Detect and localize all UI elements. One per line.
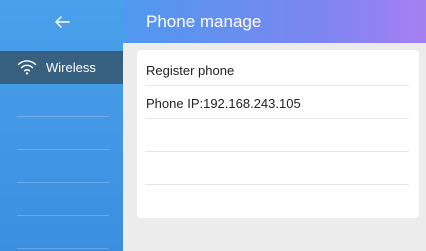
divider [17, 248, 109, 249]
list-item-label: Phone IP:192.168.243.105 [146, 96, 301, 111]
list-item-empty [145, 152, 409, 185]
list-item-register-phone[interactable]: Register phone [145, 53, 409, 86]
sidebar-nav: Wireless [0, 51, 123, 249]
back-arrow-icon [54, 15, 70, 28]
list-item-empty [145, 119, 409, 152]
header-bar: Phone manage [123, 0, 426, 43]
page-title: Phone manage [146, 12, 262, 31]
sidebar-item-wireless[interactable]: Wireless [0, 51, 123, 84]
sidebar-item-empty [0, 216, 123, 249]
settings-panel: Register phone Phone IP:192.168.243.105 [137, 50, 419, 218]
list-item-phone-ip: Phone IP:192.168.243.105 [145, 86, 409, 119]
wifi-icon [17, 60, 37, 75]
back-button[interactable] [0, 0, 123, 43]
divider [145, 184, 409, 185]
sidebar-item-empty [0, 117, 123, 150]
sidebar-item-empty [0, 150, 123, 183]
sidebar: Wireless [0, 0, 123, 251]
sidebar-item-empty [0, 183, 123, 216]
list-item-label: Register phone [146, 63, 235, 78]
sidebar-item-empty [0, 84, 123, 117]
sidebar-item-label: Wireless [46, 60, 96, 75]
